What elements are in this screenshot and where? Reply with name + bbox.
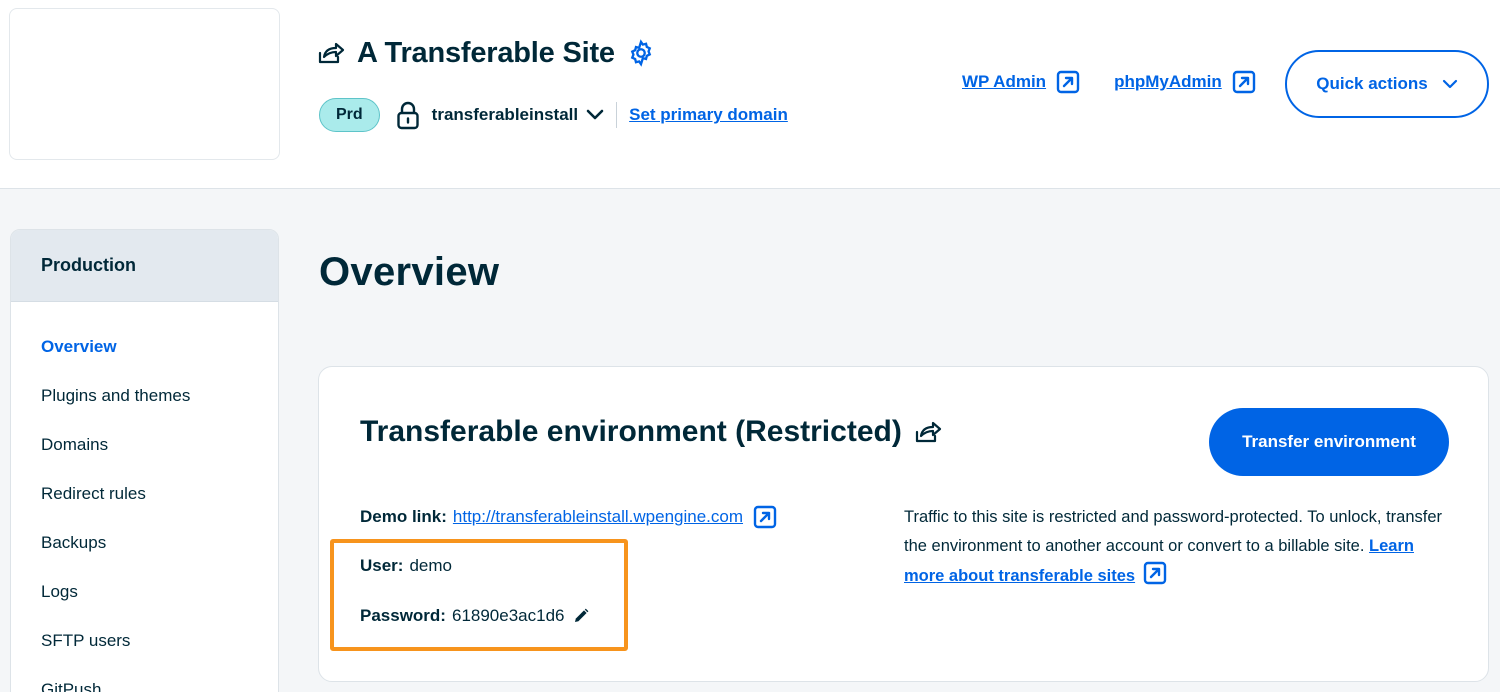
wp-admin-link[interactable]: WP Admin <box>962 72 1046 92</box>
gear-icon[interactable] <box>627 39 655 67</box>
external-link-icon[interactable] <box>753 505 777 529</box>
page-title: Overview <box>319 250 500 294</box>
share-arrow-icon <box>914 420 942 444</box>
site-title-row: A Transferable Site <box>317 34 655 72</box>
sidebar-item-overview[interactable]: Overview <box>11 322 278 371</box>
sidebar-item-plugins-and-themes[interactable]: Plugins and themes <box>11 371 278 420</box>
share-arrow-icon <box>317 41 345 65</box>
demo-link-row: Demo link: http://transferableinstall.wp… <box>360 505 777 529</box>
chevron-down-icon[interactable] <box>586 109 604 121</box>
sidebar-item-sftp-users[interactable]: SFTP users <box>11 616 278 665</box>
quick-actions-button[interactable]: Quick actions <box>1285 50 1489 118</box>
site-header: A Transferable Site Prd transferableinst… <box>0 0 1500 189</box>
divider <box>616 102 618 128</box>
lock-icon <box>396 100 420 130</box>
description-text: Traffic to this site is restricted and p… <box>904 508 1443 555</box>
chevron-down-icon <box>1442 79 1458 89</box>
sidebar-item-backups[interactable]: Backups <box>11 518 278 567</box>
set-primary-domain-link[interactable]: Set primary domain <box>629 105 788 125</box>
sidebar-nav: Overview Plugins and themes Domains Redi… <box>11 302 278 692</box>
site-thumbnail <box>9 8 280 160</box>
external-link-icon[interactable] <box>1056 70 1080 94</box>
external-link-icon[interactable] <box>1232 70 1256 94</box>
demo-link[interactable]: http://transferableinstall.wpengine.com <box>453 507 743 527</box>
environment-row: Prd transferableinstall Set primary doma… <box>319 97 788 133</box>
sidebar: Production Overview Plugins and themes D… <box>10 229 279 692</box>
phpmyadmin-link[interactable]: phpMyAdmin <box>1114 72 1222 92</box>
sidebar-heading: Production <box>11 230 278 302</box>
credentials-highlight-box <box>330 539 628 651</box>
restriction-description: Traffic to this site is restricted and p… <box>904 503 1454 591</box>
phpmyadmin-link-group[interactable]: phpMyAdmin <box>1114 70 1256 94</box>
card-title-row: Transferable environment (Restricted) <box>360 415 942 449</box>
wp-admin-link-group[interactable]: WP Admin <box>962 70 1080 94</box>
sidebar-item-domains[interactable]: Domains <box>11 420 278 469</box>
sidebar-item-logs[interactable]: Logs <box>11 567 278 616</box>
environment-badge: Prd <box>319 98 380 132</box>
card-title: Transferable environment (Restricted) <box>360 415 902 448</box>
quick-actions-label: Quick actions <box>1316 74 1428 93</box>
site-title: A Transferable Site <box>357 36 615 69</box>
install-selector[interactable]: transferableinstall <box>432 105 578 125</box>
sidebar-item-redirect-rules[interactable]: Redirect rules <box>11 469 278 518</box>
header-links: WP Admin phpMyAdmin <box>962 70 1256 94</box>
sidebar-item-gitpush[interactable]: GitPush <box>11 665 278 692</box>
transfer-environment-button[interactable]: Transfer environment <box>1209 408 1449 476</box>
demo-link-label: Demo link: <box>360 507 447 526</box>
external-link-icon[interactable] <box>1143 561 1167 585</box>
